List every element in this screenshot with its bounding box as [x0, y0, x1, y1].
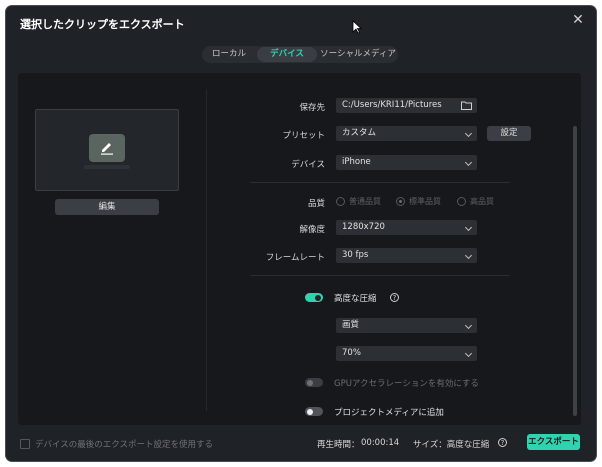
chevron-down-icon: [464, 321, 473, 330]
project-media-toggle[interactable]: [305, 407, 323, 416]
compression-level-value: 70%: [342, 348, 361, 358]
save-to-label: 保存先: [299, 103, 325, 113]
device-label: デバイス: [291, 160, 325, 170]
close-icon[interactable]: ✕: [570, 12, 586, 28]
edit-button[interactable]: 編集: [55, 199, 159, 215]
quality-option-label: 標準品質: [409, 197, 441, 206]
chevron-down-icon: [464, 158, 473, 167]
framerate-value: 30 fps: [342, 250, 369, 260]
toggle-knob: [315, 294, 321, 301]
clip-preview: [35, 109, 179, 191]
panel-divider: [206, 89, 207, 411]
preset-select[interactable]: カスタム: [336, 126, 477, 141]
framerate-select[interactable]: 30 fps: [336, 248, 477, 263]
radio-selected-icon: [396, 197, 405, 206]
quality-radio-standard[interactable]: 標準品質: [396, 196, 441, 207]
gpu-toggle[interactable]: [305, 378, 323, 387]
tab-local[interactable]: ローカル: [203, 47, 255, 62]
preset-label: プリセット: [282, 131, 325, 141]
help-icon[interactable]: ?: [390, 293, 399, 302]
resolution-value: 1280x720: [342, 222, 385, 232]
dialog-title: 選択したクリップをエクスポート: [20, 18, 185, 31]
use-last-settings-label: デバイスの最後のエクスポート設定を使用する: [35, 440, 213, 450]
device-value: iPhone: [342, 157, 371, 167]
radio-icon: [336, 197, 345, 206]
export-tabs: ローカル デバイス ソーシャルメディア: [202, 46, 398, 63]
tab-social-media[interactable]: ソーシャルメディア: [319, 47, 397, 62]
project-media-label: プロジェクトメディアに追加: [334, 408, 444, 418]
save-to-path: C:/Users/KRI11/Pictures: [342, 100, 442, 110]
export-dialog: 選択したクリップをエクスポート ✕ ローカル デバイス ソーシャルメディア 編集…: [6, 6, 596, 461]
compression-level-select[interactable]: 70%: [336, 346, 477, 361]
mouse-cursor-icon: [352, 20, 362, 34]
help-icon[interactable]: ?: [498, 438, 507, 447]
toggle-knob: [307, 379, 313, 386]
compression-toggle[interactable]: [305, 293, 323, 302]
edit-pencil-icon: [89, 134, 125, 162]
export-button[interactable]: エクスポート: [527, 434, 580, 450]
gpu-label: GPUアクセラレーションを有効にする: [334, 379, 479, 389]
chevron-down-icon: [464, 129, 473, 138]
save-to-field[interactable]: C:/Users/KRI11/Pictures: [336, 98, 477, 113]
settings-panel: 編集 保存先 C:/Users/KRI11/Pictures プリセット カスタ…: [18, 73, 581, 425]
preset-value: カスタム: [342, 128, 377, 138]
device-select[interactable]: iPhone: [336, 155, 477, 170]
preview-shadow: [84, 165, 130, 169]
resolution-select[interactable]: 1280x720: [336, 220, 477, 235]
duration-value: 00:00:14: [361, 438, 400, 448]
tab-device[interactable]: デバイス: [257, 47, 317, 62]
quality-option-label: 高品質: [470, 197, 494, 206]
quality-radio-normal[interactable]: 普通品質: [336, 196, 381, 207]
quality-radio-high[interactable]: 高品質: [457, 196, 494, 207]
quality-option-label: 普通品質: [349, 197, 381, 206]
checkbox-icon: [20, 439, 30, 449]
chevron-down-icon: [464, 349, 473, 358]
chevron-down-icon: [464, 251, 473, 260]
compression-label: 高度な圧縮: [334, 294, 377, 304]
resolution-label: 解像度: [299, 225, 325, 235]
use-last-settings-checkbox[interactable]: デバイスの最後のエクスポート設定を使用する: [20, 438, 213, 450]
chevron-down-icon: [464, 223, 473, 232]
compression-mode-select[interactable]: 画質: [336, 318, 477, 333]
framerate-label: フレームレート: [265, 253, 325, 263]
preset-settings-button[interactable]: 設定: [487, 126, 531, 141]
folder-icon[interactable]: [461, 101, 472, 110]
radio-icon: [457, 197, 466, 206]
duration-label: 再生時間：: [317, 440, 360, 450]
toggle-knob: [307, 408, 313, 415]
size-label: サイズ：高度な圧縮: [413, 440, 490, 450]
section-divider: [250, 182, 510, 183]
compression-mode-value: 画質: [342, 320, 360, 330]
scrollbar[interactable]: [573, 126, 577, 416]
quality-label: 品質: [307, 199, 325, 209]
section-divider: [250, 275, 510, 276]
